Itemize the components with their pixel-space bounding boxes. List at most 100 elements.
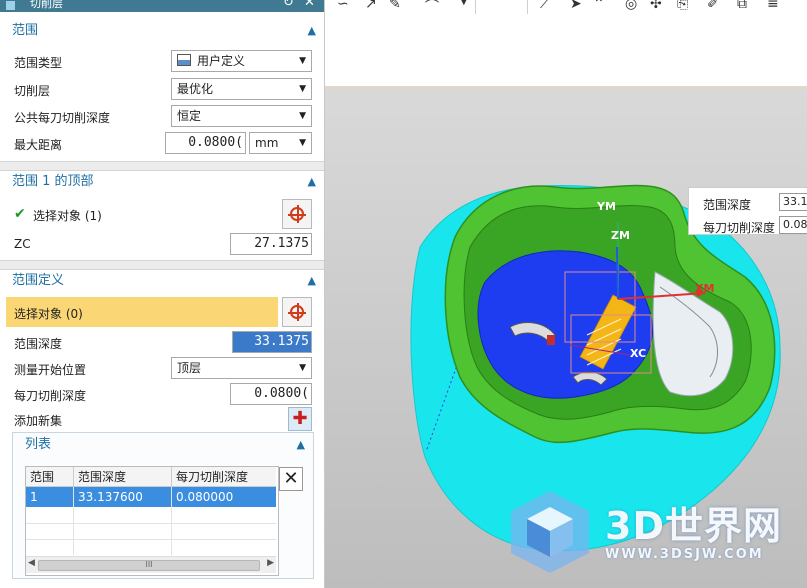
delete-icon: ✕ [283,468,299,489]
zc-label: ZC [14,237,31,251]
table-gridline [26,539,276,540]
scrollbar-thumb[interactable]: III [38,560,260,571]
edit-tool-icon[interactable]: ✐ [707,0,719,12]
chevron-up-icon[interactable]: ▲ [308,269,316,293]
range-type-select[interactable]: 用户定义 ▼ [171,50,312,72]
dropdown-arrow-icon: ▼ [299,111,306,121]
axis-label-ym: YM [597,200,616,213]
overlay-per-cut-label: 每刀切削深度 [703,221,776,235]
dialog-title-bar: 切削层 ↻ ✕ [0,0,324,12]
column-header-per-cut-depth[interactable]: 每刀切削深度 [172,467,276,487]
chevron-up-icon[interactable]: ▲ [297,433,305,457]
add-set-icon: ✚ [292,408,308,429]
watermark-cube-logo [511,491,589,573]
close-icon[interactable]: ✕ [304,0,315,9]
axis-label-xm: XM [695,282,715,295]
range-section-title: 范围 [12,23,39,38]
zc-input[interactable]: 27.1375 [230,233,312,255]
page-tool-icon[interactable]: ⎘ [677,0,688,12]
crosshair-icon [288,303,306,321]
user-defined-icon [177,54,191,66]
table-gridline [73,487,74,555]
snap-tool-icon[interactable]: ∽ [337,0,349,12]
chevron-up-icon[interactable]: ▲ [308,19,316,43]
range-def-section-title: 范围定义 [12,273,65,288]
overlay-depth-input[interactable]: 33.1 [779,193,807,211]
cell-range: 1 [26,487,74,507]
toolbar-separator [475,0,476,14]
overlay-depth-label: 范围深度 [703,198,752,212]
dropdown-arrow-icon: ▼ [299,138,306,148]
check-icon: ✔ [14,206,26,222]
dialog-app-icon [6,1,15,10]
measure-from-select[interactable]: 顶层 ▼ [171,357,312,379]
common-depth-label: 公共每刀切削深度 [14,111,111,125]
common-depth-value: 恒定 [177,109,202,123]
reset-icon[interactable]: ↻ [283,0,294,9]
vertex-tool-icon[interactable]: ⌃ [593,0,605,12]
curve-tool-icon[interactable]: ↗ [365,0,377,12]
select-tool-icon[interactable]: ➤ [570,0,582,12]
cut-levels-dialog: 切削层 ↻ ✕ 范围 ▲ 范围类型 用户定义 ▼ 切削层 最优化 ▼ 公共每刀切… [0,0,325,588]
range-def-select-label[interactable]: 选择对象 (0) [14,305,83,322]
dialog-title: 切削层 [30,0,63,10]
range-section-header[interactable]: 范围 ▲ [4,19,322,43]
dropdown-arrow-icon[interactable]: ▼ [460,0,468,7]
list-header[interactable]: 列表 ▲ [13,433,313,457]
list-title: 列表 [25,437,52,452]
toolbar-separator [527,0,528,14]
range-type-value: 用户定义 [197,54,246,68]
scroll-right-icon[interactable]: ▶ [267,558,274,568]
max-distance-label: 最大距离 [14,138,63,152]
table-gridline [171,487,172,555]
range-type-label: 范围类型 [14,56,63,70]
point-dialog-button[interactable] [282,297,312,327]
watermark-url: WWW.3DSJW.COM [605,547,764,562]
column-header-range[interactable]: 范围 [26,467,74,487]
cell-per-cut-depth: 0.080000 [176,490,234,504]
dropdown-arrow-icon: ▼ [299,84,306,94]
cut-layer-label: 切削层 [14,84,51,98]
overlay-per-cut-input[interactable]: 0.08( [779,216,807,234]
max-distance-input[interactable]: 0.0800( [165,132,246,154]
table-gridline [26,523,276,524]
delete-range-button[interactable]: ✕ [279,467,303,491]
cut-layer-select[interactable]: 最优化 ▼ [171,78,312,100]
axis-label-xc: XC [630,347,647,360]
add-new-set-button[interactable]: ✚ [288,407,312,431]
circle-tool-icon[interactable]: ◎ [625,0,637,12]
point-dialog-button[interactable] [282,199,312,229]
unit-select[interactable]: mm ▼ [249,132,312,154]
range-top-section-header[interactable]: 范围 1 的顶部 ▲ [4,170,322,194]
layer-tool-icon[interactable]: ≡ [767,0,779,12]
measure-from-label: 测量开始位置 [14,363,87,377]
crosshair-icon [288,205,306,223]
measure-from-value: 顶层 [177,361,202,375]
plane-tool-icon[interactable]: ⧉ [737,0,747,12]
dropdown-arrow-icon: ▼ [299,56,306,66]
range-def-section-header[interactable]: 范围定义 ▲ [4,269,322,293]
column-header-range-depth[interactable]: 范围深度 [74,467,172,487]
common-depth-select[interactable]: 恒定 ▼ [171,105,312,127]
unit-value: mm [255,136,279,150]
add-new-set-label: 添加新集 [14,414,63,428]
list-group: 列表 ▲ 范围 范围深度 每刀切削深度 1 33.137600 0.080000… [12,432,314,579]
scroll-left-icon[interactable]: ◀ [28,558,35,568]
chevron-up-icon[interactable]: ▲ [308,170,316,194]
site-watermark: 3D世界网 WWW.3DSJW.COM [505,487,805,582]
per-cut-depth-label: 每刀切削深度 [14,389,87,403]
arc-tool-icon[interactable]: ⌒ [425,0,439,16]
point-tool-icon[interactable]: ✣ [650,0,662,12]
sketch-tool-icon[interactable]: ✎ [389,0,401,12]
cut-layer-value: 最优化 [177,82,214,96]
dynamic-input-panel: 范围深度 33.1 每刀切削深度 0.08( [688,187,807,235]
line-tool-icon[interactable]: ⟋ [540,0,550,12]
range-top-select-label[interactable]: 选择对象 (1) [33,207,102,224]
per-cut-depth-input[interactable]: 0.0800( [230,383,312,405]
table-row[interactable]: 1 33.137600 0.080000 [26,487,276,507]
graphics-toolbar: ∽ ↗ ✎ ⌒ ▼ ⟋ ➤ ⌃ ◎ ✣ ⎘ ✐ ⧉ ≡ [325,0,807,87]
table-horizontal-scrollbar[interactable]: ◀ III ▶ [26,556,276,573]
range-depth-input[interactable]: 33.1375 [232,331,312,353]
ranges-table: 范围 范围深度 每刀切削深度 1 33.137600 0.080000 ◀ II… [25,466,279,576]
watermark-name: 3D世界网 [605,504,782,548]
